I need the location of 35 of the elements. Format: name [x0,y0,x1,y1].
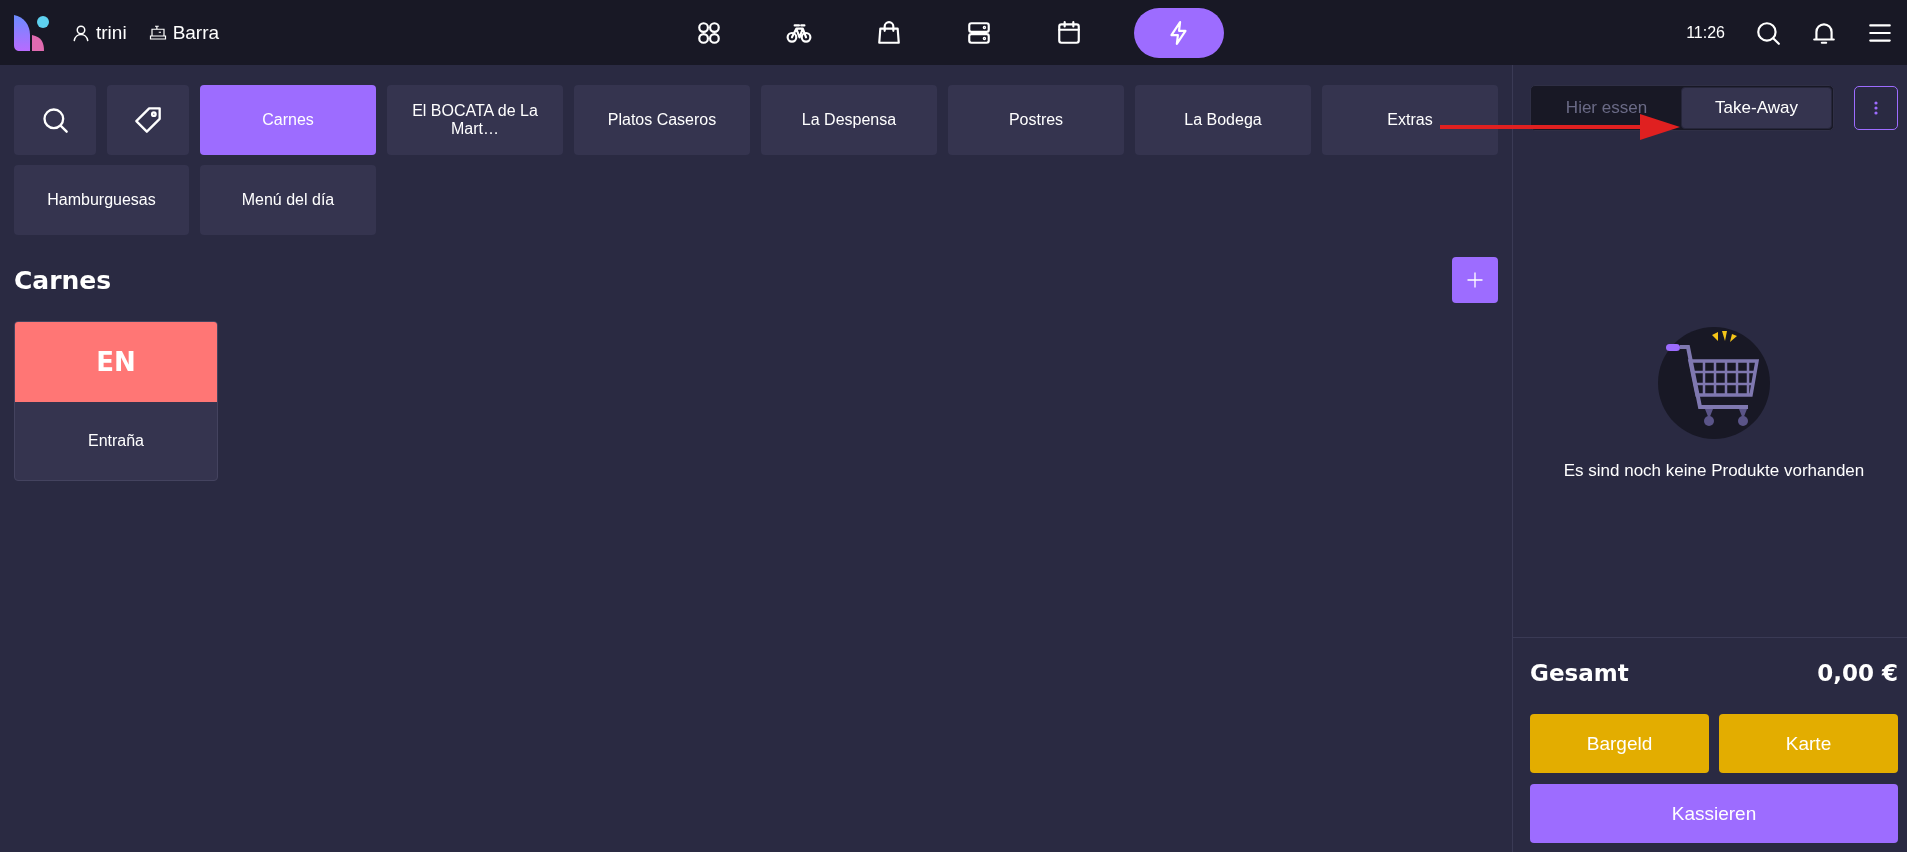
category-tab[interactable]: La Bodega [1135,85,1311,155]
more-options-button[interactable] [1854,86,1898,130]
shopping-bag-icon [875,19,902,46]
category-tab[interactable]: Menú del día [200,165,376,235]
order-mode-option[interactable]: Take-Away [1681,87,1832,129]
cash-register-icon [148,23,167,42]
search-icon [41,106,69,134]
register-name: Barra [172,21,220,44]
apps-icon [695,19,722,46]
total-label: Gesamt [1530,660,1629,686]
category-tab[interactable]: Postres [948,85,1124,155]
server-icon [965,19,992,46]
nav-tab[interactable] [1133,7,1224,58]
product-card[interactable]: EN Entraña [14,321,218,481]
product-initials: EN [96,347,136,377]
user-name: trini [96,21,127,44]
plus-icon [1465,270,1485,290]
category-tab[interactable]: Hamburguesas [14,165,189,235]
clock-time: 11:26 [1686,23,1725,42]
calendar-icon [1055,19,1082,46]
category-tab[interactable]: La Despensa [761,85,937,155]
search-button[interactable] [14,85,96,155]
category-tab[interactable]: Platos Caseros [574,85,750,155]
tags-button[interactable] [107,85,189,155]
tag-icon [134,106,162,134]
total-amount: 0,00 € [1817,660,1898,686]
category-tab[interactable]: Extras [1322,85,1498,155]
product-name: Entraña [86,431,145,451]
app-logo [14,14,50,51]
section-title: Carnes [14,265,112,295]
category-tab[interactable]: El BOCATA de La Mart… [387,85,563,155]
user-icon [72,23,90,42]
empty-cart-message: Es sind noch keine Produkte vorhanden [1563,461,1865,481]
vertical-dots-icon [1874,101,1878,115]
search-icon[interactable] [1755,19,1781,46]
